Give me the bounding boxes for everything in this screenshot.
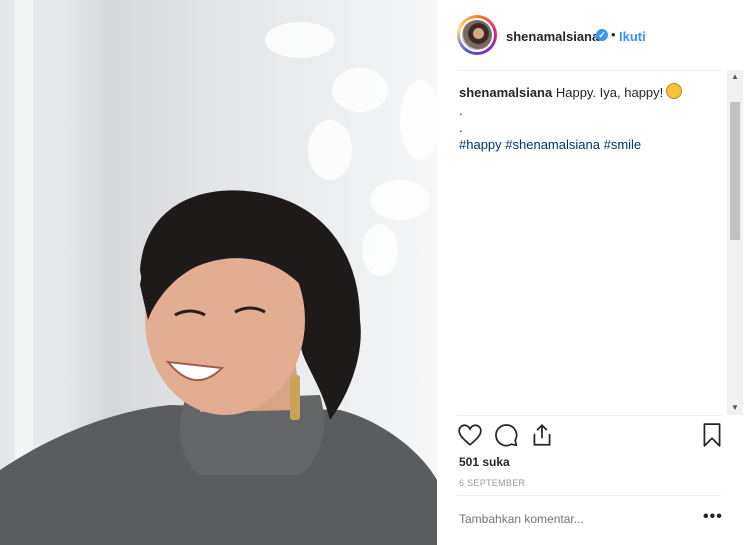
- caption-line: .: [459, 120, 463, 135]
- action-bar: [457, 420, 727, 452]
- post-header: shenamalsiana ✓ • Ikuti: [437, 0, 745, 70]
- photo-illustration: [0, 0, 437, 545]
- actions-divider: [457, 415, 721, 416]
- bookmark-icon[interactable]: [699, 422, 725, 448]
- avatar-image: [462, 20, 492, 50]
- username-link[interactable]: shenamalsiana: [506, 29, 599, 44]
- separator-dot: •: [611, 27, 616, 42]
- hashtag-shenamalsiana[interactable]: #shenamalsiana: [505, 137, 600, 152]
- header-divider: [457, 70, 721, 71]
- scroll-down-arrow-icon[interactable]: ▼: [727, 401, 743, 415]
- instagram-post: shenamalsiana ✓ • Ikuti shenamalsiana Ha…: [0, 0, 745, 545]
- caption-text: Happy. Iya, happy!: [555, 85, 664, 100]
- caption-username[interactable]: shenamalsiana: [459, 85, 552, 100]
- hashtag-smile[interactable]: #smile: [604, 137, 642, 152]
- more-options-button[interactable]: •••: [703, 508, 723, 526]
- comment-divider: [457, 495, 721, 496]
- share-icon[interactable]: [529, 422, 555, 448]
- post-date[interactable]: 6 SEPTEMBER: [459, 478, 525, 488]
- comments-scrollbar[interactable]: ▲ ▼: [727, 70, 743, 415]
- verified-badge-icon: ✓: [596, 29, 608, 41]
- follow-button[interactable]: Ikuti: [619, 29, 646, 44]
- post-photo[interactable]: [0, 0, 437, 545]
- like-count[interactable]: 501 suka: [459, 455, 510, 469]
- scrollbar-thumb[interactable]: [730, 102, 740, 240]
- heart-icon[interactable]: [457, 422, 483, 448]
- comment-icon[interactable]: [493, 422, 519, 448]
- caption: shenamalsiana Happy. Iya, happy! . . #ha…: [459, 83, 721, 154]
- comment-input[interactable]: [459, 512, 689, 526]
- caption-line: .: [459, 103, 463, 118]
- hashtag-happy[interactable]: #happy: [459, 137, 502, 152]
- post-sidebar: shenamalsiana ✓ • Ikuti shenamalsiana Ha…: [437, 0, 745, 545]
- scroll-up-arrow-icon[interactable]: ▲: [727, 70, 743, 84]
- hugging-face-emoji: [666, 83, 683, 99]
- avatar[interactable]: [457, 15, 497, 55]
